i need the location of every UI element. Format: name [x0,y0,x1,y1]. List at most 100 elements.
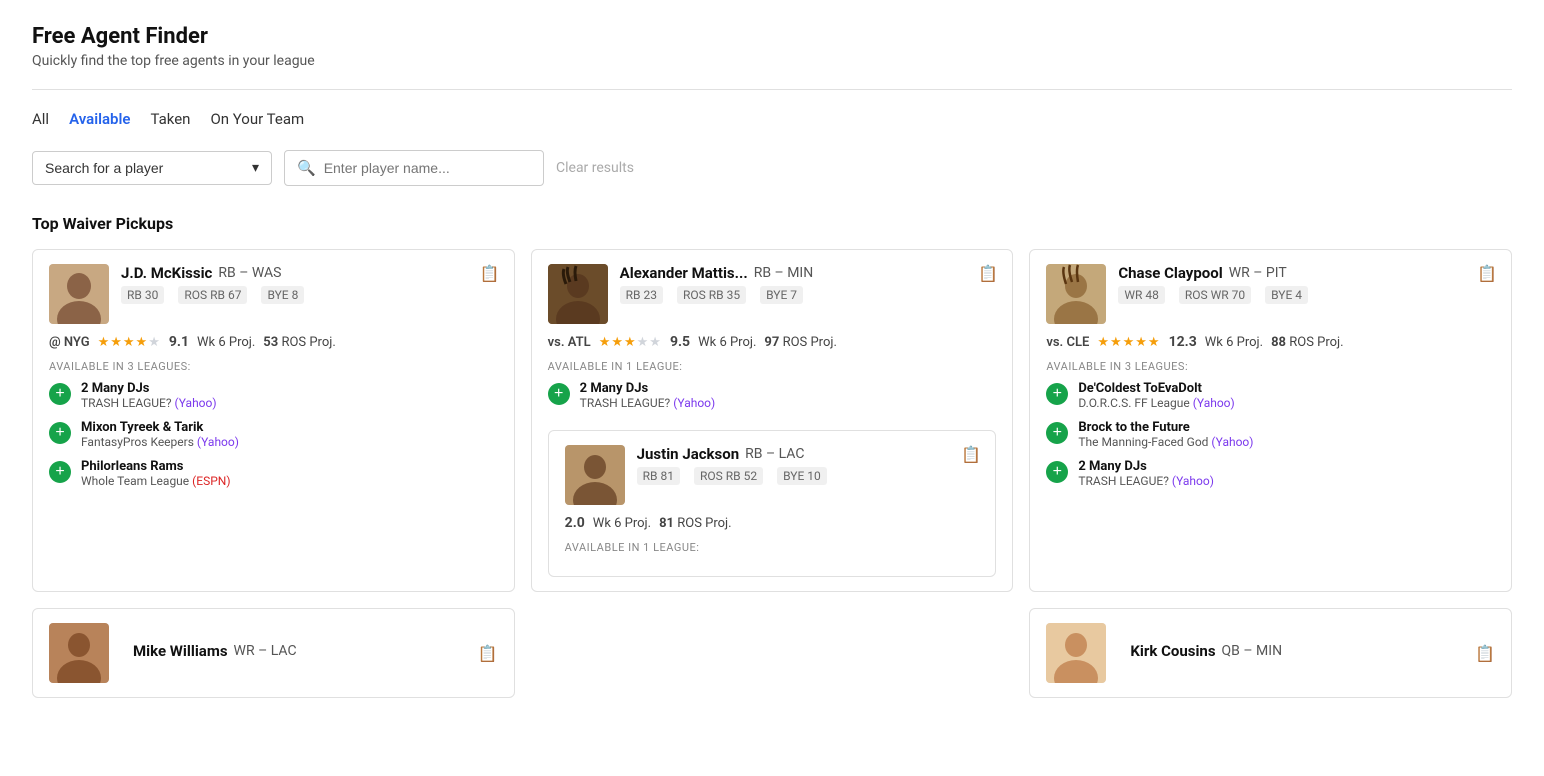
page-title: Free Agent Finder [32,24,1512,49]
stat-ros: ROS RB 35 [677,286,746,304]
add-to-league-btn-1[interactable]: + [49,422,71,444]
player-pos-team: RB – MIN [754,265,814,281]
player-pos-team: RB – WAS [218,265,281,281]
wk-label: Wk 6 Proj. [698,335,756,350]
league-item-1: + Brock to the Future The Manning-Faced … [1046,420,1495,449]
report-icon[interactable]: 📋 [1477,264,1497,283]
nested-card-justin-jackson: Justin Jackson RB – LAC RB 81 ROS RB 52 … [548,430,997,577]
player-name-input[interactable] [324,160,531,176]
league-item-0: + 2 Many DJs TRASH LEAGUE? (Yahoo) [548,381,997,410]
league-details: Brock to the Future The Manning-Faced Go… [1078,420,1253,449]
avatar-justin-jackson [565,445,625,505]
available-label: AVAILABLE IN 3 LEAGUES: [49,360,498,373]
add-to-league-btn-2[interactable]: + [1046,461,1068,483]
league-link-espn[interactable]: (ESPN) [192,474,230,488]
page-header: Free Agent Finder Quickly find the top f… [32,24,1512,69]
add-to-league-btn-0[interactable]: + [1046,383,1068,405]
stat-rb: RB 30 [121,286,164,304]
league-link-yahoo[interactable]: (Yahoo) [673,396,715,410]
player-name: Mike Williams [133,642,228,660]
league-name: 2 Many DJs [81,381,217,396]
player-pos-team: RB – LAC [745,446,804,462]
stars: ★★★★★ [1097,335,1160,350]
card-proj-row: vs. ATL ★★★★★ 9.5 Wk 6 Proj. 97 ROS Proj… [548,334,997,350]
league-sub: TRASH LEAGUE? (Yahoo) [1078,474,1214,488]
header-divider [32,89,1512,90]
league-sub: TRASH LEAGUE? (Yahoo) [81,396,217,410]
player-select-input[interactable]: Search for a player [45,160,252,176]
player-info-partial: Kirk Cousins QB – MIN [1130,642,1282,664]
league-link-yahoo[interactable]: (Yahoo) [197,435,239,449]
clear-results-button[interactable]: Clear results [556,160,634,176]
league-item-2: + 2 Many DJs TRASH LEAGUE? (Yahoo) [1046,459,1495,488]
bottom-middle-empty [531,608,1014,698]
player-select-dropdown[interactable]: Search for a player ▾ [32,151,272,185]
league-details: Mixon Tyreek & Tarik FantasyPros Keepers… [81,420,239,449]
league-sub: The Manning-Faced God (Yahoo) [1078,435,1253,449]
player-name: Kirk Cousins [1130,642,1215,660]
wk-label: Wk 6 Proj. [593,516,651,531]
tab-all[interactable]: All [32,108,49,130]
league-item-0: + 2 Many DJs TRASH LEAGUE? (Yahoo) [49,381,498,410]
player-info: Chase Claypool WR – PIT WR 48 ROS WR 70 … [1118,264,1495,304]
league-details: 2 Many DJs TRASH LEAGUE? (Yahoo) [1078,459,1214,488]
stat-ros: ROS RB 52 [694,467,763,485]
wk-proj: 2.0 [565,515,585,531]
league-sub: TRASH LEAGUE? (Yahoo) [580,396,716,410]
player-info: Justin Jackson RB – LAC RB 81 ROS RB 52 … [637,445,980,485]
add-to-league-btn-1[interactable]: + [1046,422,1068,444]
stat-ros: ROS WR 70 [1179,286,1251,304]
player-name: J.D. McKissic [121,264,212,282]
stat-rb: RB 81 [637,467,680,485]
wk-proj: 12.3 [1169,334,1197,350]
add-to-league-btn-0[interactable]: + [49,383,71,405]
available-label: AVAILABLE IN 1 LEAGUE: [565,541,980,554]
league-link-yahoo[interactable]: (Yahoo) [175,396,217,410]
league-name: Mixon Tyreek & Tarik [81,420,239,435]
league-link-yahoo[interactable]: (Yahoo) [1193,396,1235,410]
league-item-1: + Mixon Tyreek & Tarik FantasyPros Keepe… [49,420,498,449]
wk-proj: 9.1 [169,334,189,350]
filter-tabs: All Available Taken On Your Team [32,108,1512,130]
tab-on-your-team[interactable]: On Your Team [210,108,304,130]
add-to-league-btn-0[interactable]: + [548,383,570,405]
card-proj-row: 2.0 Wk 6 Proj. 81 ROS Proj. [565,515,980,531]
player-name-row: Chase Claypool WR – PIT [1118,264,1495,282]
league-name: 2 Many DJs [1078,459,1214,474]
stars: ★★★★★ [98,335,161,350]
report-icon[interactable]: 📋 [1475,644,1495,663]
player-name-row: Alexander Mattis... RB – MIN [620,264,997,282]
league-link-yahoo[interactable]: (Yahoo) [1172,474,1214,488]
report-icon[interactable]: 📋 [480,264,500,283]
league-details: Philorleans Rams Whole Team League (ESPN… [81,459,231,488]
avatar-mike-williams [49,623,109,683]
section-title-top-waiver: Top Waiver Pickups [32,214,1512,233]
player-pos-team: QB – MIN [1222,643,1283,659]
bottom-partial-row: Mike Williams WR – LAC 📋 [32,608,1512,698]
report-icon[interactable]: 📋 [961,445,981,464]
stat-bye: BYE 7 [760,286,803,304]
stat-ros: ROS RB 67 [178,286,247,304]
card-proj-row: @ NYG ★★★★★ 9.1 Wk 6 Proj. 53 ROS Proj. [49,334,498,350]
matchup: vs. CLE [1046,335,1089,350]
add-to-league-btn-2[interactable]: + [49,461,71,483]
search-row: Search for a player ▾ 🔍 Clear results [32,150,1512,186]
player-info: Alexander Mattis... RB – MIN RB 23 ROS R… [620,264,997,304]
card-header: Chase Claypool WR – PIT WR 48 ROS WR 70 … [1046,264,1495,324]
card-proj-row: vs. CLE ★★★★★ 12.3 Wk 6 Proj. 88 ROS Pro… [1046,334,1495,350]
player-stats-row: RB 23 ROS RB 35 BYE 7 [620,286,997,304]
tab-taken[interactable]: Taken [150,108,190,130]
league-name: De'Coldest ToEvaDolt [1078,381,1234,396]
matchup: vs. ATL [548,335,591,350]
player-card-jd-mckissic: J.D. McKissic RB – WAS RB 30 ROS RB 67 B… [32,249,515,592]
report-icon[interactable]: 📋 [978,264,998,283]
ros-proj: 81 ROS Proj. [659,516,732,531]
league-name: Brock to the Future [1078,420,1253,435]
stars: ★★★★★ [599,335,662,350]
tab-available[interactable]: Available [69,108,130,130]
avatar-jd-mckissic [49,264,109,324]
avatar-alexander-mattis [548,264,608,324]
report-icon[interactable]: 📋 [478,644,498,663]
league-link-yahoo[interactable]: (Yahoo) [1211,435,1253,449]
player-pos-team: WR – LAC [234,643,297,659]
